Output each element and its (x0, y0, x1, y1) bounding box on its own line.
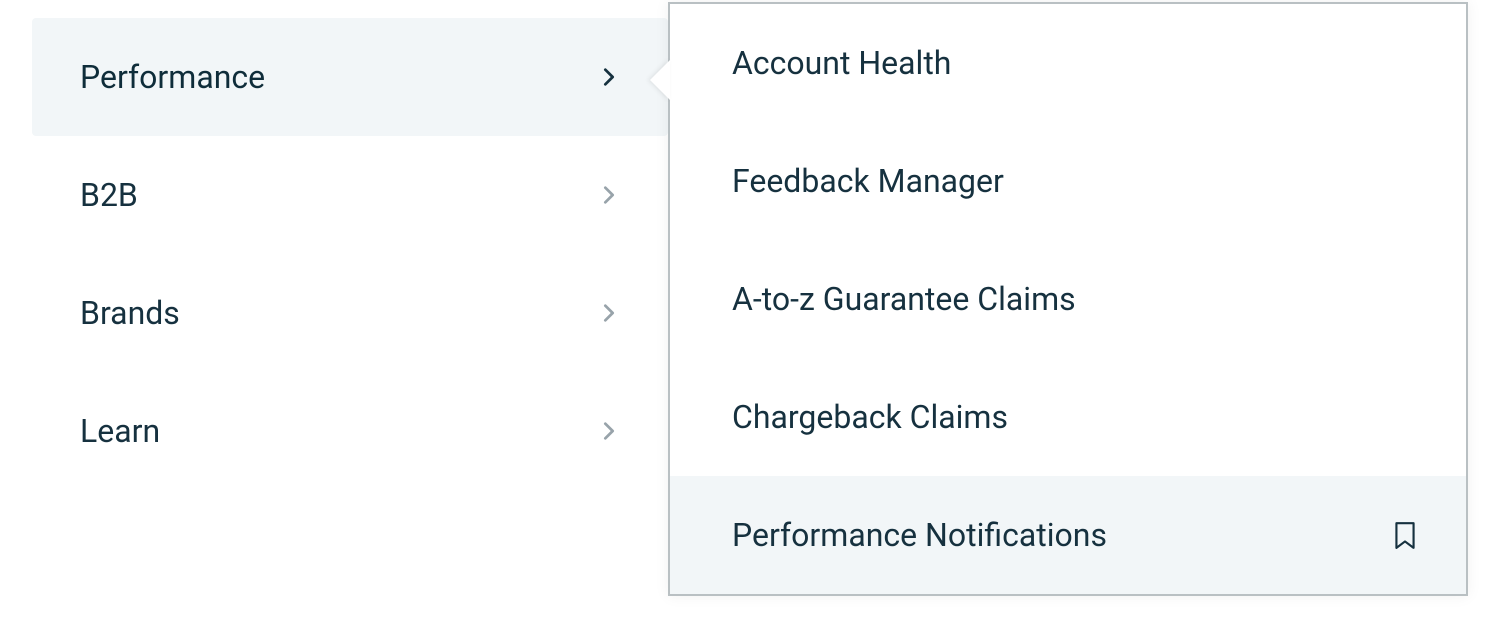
chevron-right-icon (598, 184, 620, 206)
sidebar-item-label: Brands (80, 294, 180, 332)
flyout-item-label: A-to-z Guarantee Claims (732, 280, 1076, 318)
flyout-item-label: Chargeback Claims (732, 398, 1008, 436)
sidebar-item-label: B2B (80, 176, 138, 214)
flyout-item-label: Feedback Manager (732, 162, 1004, 200)
sidebar-item-learn[interactable]: Learn (32, 372, 668, 490)
flyout-item-label: Performance Notifications (732, 516, 1107, 554)
flyout-item-performance-notifications[interactable]: Performance Notifications (670, 476, 1466, 594)
flyout-arrow (650, 60, 670, 100)
bookmark-icon[interactable] (1392, 520, 1418, 550)
flyout-item-a-to-z-guarantee-claims[interactable]: A-to-z Guarantee Claims (670, 240, 1466, 358)
flyout-item-feedback-manager[interactable]: Feedback Manager (670, 122, 1466, 240)
flyout-item-chargeback-claims[interactable]: Chargeback Claims (670, 358, 1466, 476)
sidebar-item-brands[interactable]: Brands (32, 254, 668, 372)
sidebar-item-label: Learn (80, 412, 160, 450)
flyout-menu: Account Health Feedback Manager A-to-z G… (668, 2, 1468, 596)
sidebar: Performance B2B Brands Learn (32, 18, 668, 490)
chevron-right-icon (598, 66, 620, 88)
chevron-right-icon (598, 420, 620, 442)
flyout-item-account-health[interactable]: Account Health (670, 4, 1466, 122)
sidebar-item-b2b[interactable]: B2B (32, 136, 668, 254)
chevron-right-icon (598, 302, 620, 324)
flyout-item-label: Account Health (732, 44, 951, 82)
sidebar-item-label: Performance (80, 58, 265, 96)
sidebar-item-performance[interactable]: Performance (32, 18, 668, 136)
